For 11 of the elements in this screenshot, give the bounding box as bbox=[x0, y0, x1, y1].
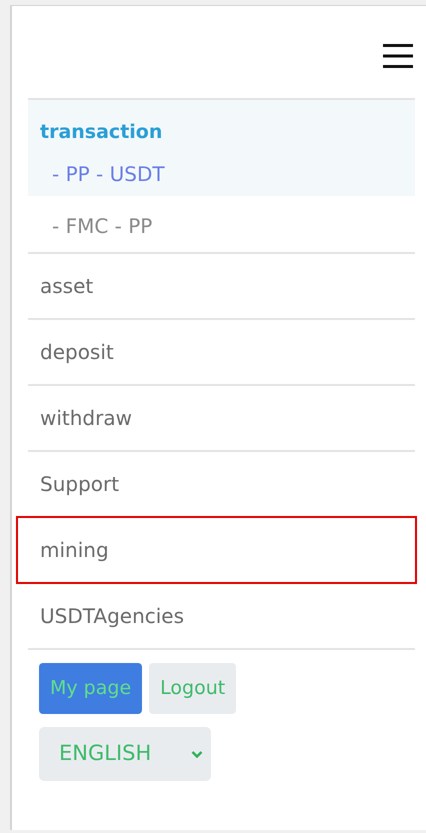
section-title[interactable]: transaction bbox=[28, 118, 415, 152]
menu-item[interactable]: asset bbox=[28, 254, 415, 318]
chevron-down-icon bbox=[191, 750, 203, 758]
menu-item[interactable]: deposit bbox=[28, 320, 415, 384]
language-value: ENGLISH bbox=[59, 740, 152, 768]
menu-item[interactable]: USDTAgencies bbox=[28, 584, 415, 648]
submenu-item[interactable]: - FMC - PP bbox=[28, 204, 415, 248]
menu-item[interactable]: Support bbox=[28, 452, 415, 516]
menu-icon[interactable] bbox=[383, 43, 413, 69]
menu-item[interactable]: withdraw bbox=[28, 386, 415, 450]
menu-item[interactable]: mining bbox=[18, 518, 415, 582]
